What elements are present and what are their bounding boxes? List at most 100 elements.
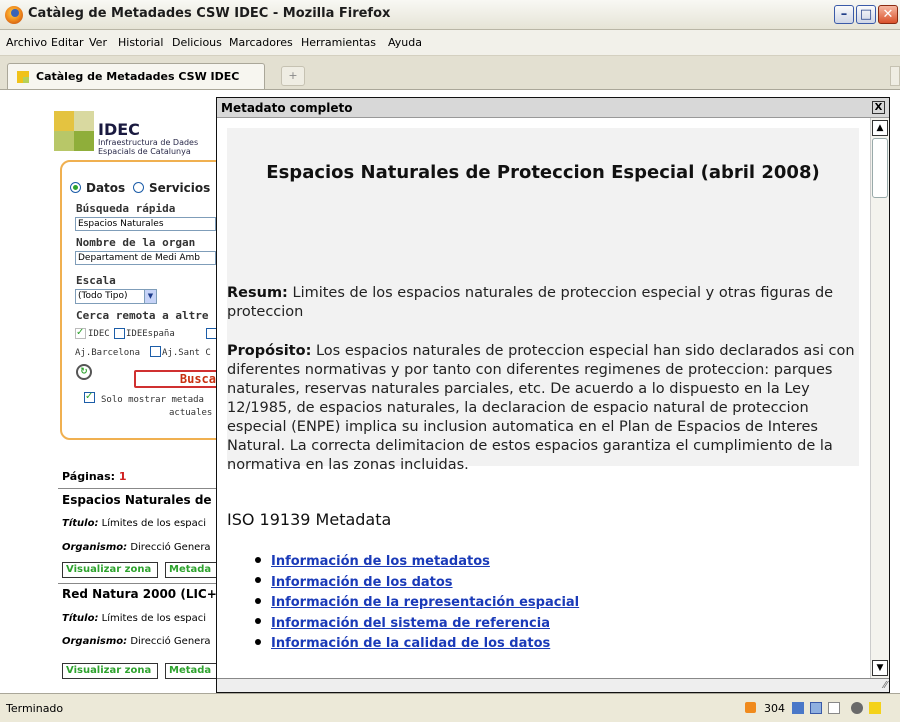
bullet-icon [255, 638, 261, 645]
cerca-label: Cerca remota a altre [76, 309, 209, 322]
rss-icon[interactable] [745, 702, 756, 713]
p-icon[interactable] [869, 702, 881, 714]
paginas-number[interactable]: 1 [119, 470, 127, 483]
paginas: Páginas: 1 [62, 470, 127, 483]
menu-delicious[interactable]: Delicious [172, 36, 222, 49]
tab-catalog[interactable]: Catàleg de Metadades CSW IDEC [7, 63, 265, 89]
link-info-representacion[interactable]: Información de la representación espacia… [271, 595, 579, 610]
chk-solo-actuales[interactable] [84, 391, 95, 403]
scroll-thumb[interactable] [872, 138, 888, 198]
menu-marcadores[interactable]: Marcadores [229, 36, 293, 49]
list-item: Información de la representación espacia… [255, 595, 579, 616]
logo-name: IDEC [98, 120, 140, 139]
chk-ideespana[interactable] [114, 328, 125, 339]
solo-label-line1: Solo mostrar metada [101, 395, 204, 405]
titulo-value: Límites de los espaci [101, 518, 207, 529]
chk-ajbarcelona-label: Aj.Barcelona [75, 348, 141, 358]
metadatos-button[interactable]: Metada [165, 663, 217, 679]
popup-scrollbar[interactable]: ▲ ▼ [870, 118, 889, 678]
escala-label: Escala [76, 274, 116, 287]
chk-idec[interactable] [75, 327, 86, 339]
mail-icon[interactable] [828, 702, 840, 714]
menu-archivo[interactable]: Archivo [6, 36, 47, 49]
menu-ayuda[interactable]: Ayuda [388, 36, 422, 49]
resum-text: Limites de los espacios naturales de pro… [227, 285, 834, 320]
link-info-calidad[interactable]: Información de la calidad de los datos [271, 636, 550, 651]
maximize-button[interactable]: □ [856, 5, 876, 24]
divider [58, 488, 218, 489]
radio-servicios[interactable] [133, 182, 144, 193]
visualizar-zona-button[interactable]: Visualizar zona [62, 663, 158, 679]
escala-value: (Todo Tipo) [78, 291, 128, 301]
chevron-down-icon: ▼ [144, 290, 156, 303]
metadata-links: Información de los metadatos Información… [255, 554, 579, 657]
organismo-input[interactable]: Departament de Medi Amb [75, 251, 216, 265]
popup-title: Metadato completo [221, 101, 353, 115]
result-titulo: Título: Límites de los espaci [62, 613, 206, 624]
scroll-down-icon[interactable]: ▼ [872, 660, 888, 676]
window-title: Catàleg de Metadades CSW IDEC - Mozilla … [28, 6, 391, 21]
result-title[interactable]: Espacios Naturales de [62, 493, 212, 507]
visualizar-zona-button[interactable]: Visualizar zona [62, 562, 158, 578]
link-info-metadatos[interactable]: Información de los metadatos [271, 554, 490, 569]
chk-idec-label: IDEC [88, 329, 110, 339]
busqueda-input[interactable]: Espacios Naturales [75, 217, 216, 231]
bullet-icon [255, 597, 261, 604]
menu-historial[interactable]: Historial [118, 36, 163, 49]
menu-editar[interactable]: Editar [51, 36, 84, 49]
menu-ver[interactable]: Ver [89, 36, 107, 49]
grid-icon[interactable] [810, 702, 822, 714]
gear-icon[interactable] [851, 702, 863, 714]
chk-ajsant[interactable] [150, 346, 161, 357]
summary-box: Espacios Naturales de Proteccion Especia… [227, 128, 859, 473]
link-info-datos[interactable]: Información de los datos [271, 575, 453, 590]
escala-select[interactable]: (Todo Tipo) ▼ [75, 289, 157, 304]
result-title[interactable]: Red Natura 2000 (LIC+Z [62, 587, 226, 601]
idec-logo-square [74, 131, 94, 151]
bullet-icon [255, 577, 261, 583]
solo-label-line2: actuales [169, 408, 213, 418]
paginas-label: Páginas: [62, 470, 116, 483]
buscar-button[interactable]: Busca [134, 370, 224, 388]
new-tab-button[interactable]: + [281, 66, 305, 86]
resize-grip-icon[interactable]: ⁄⁄ [884, 680, 887, 691]
link-info-sistema-referencia[interactable]: Información del sistema de referencia [271, 616, 550, 631]
divider [58, 583, 218, 584]
popup-header: Metadato completo X [217, 98, 889, 118]
minimize-button[interactable]: – [834, 5, 854, 24]
titulo-label: Título: [62, 613, 99, 624]
resum-label: Resum: [227, 285, 288, 301]
organismo-label: Nombre de la organ [76, 236, 196, 249]
scroll-up-icon[interactable]: ▲ [872, 120, 888, 136]
refresh-icon[interactable]: ↻ [76, 364, 92, 380]
result-organismo: Organismo: Direcció Genera [62, 636, 211, 647]
idec-favicon-icon [17, 71, 29, 83]
idec-logo-square [54, 131, 74, 151]
organismo-label: Organismo: [62, 636, 128, 647]
result-titulo: Título: Límites de los espaci [62, 518, 206, 529]
tab-scroll-button[interactable] [890, 66, 900, 86]
metadatos-button[interactable]: Metada [165, 562, 217, 578]
list-item: Información del sistema de referencia [255, 616, 579, 637]
organismo-value: Direcció Genera [130, 636, 211, 647]
list-item: Información de la calidad de los datos [255, 636, 579, 657]
proposito-paragraph: Propósito: Los espacios naturales de pro… [227, 342, 859, 475]
iso-heading: ISO 19139 Metadata [227, 510, 392, 529]
menu-bar: Archivo Editar Ver Historial Delicious M… [0, 30, 900, 56]
idec-logo-square [74, 111, 94, 131]
close-window-button[interactable]: ✕ [878, 5, 898, 24]
status-bar: Terminado 304 [0, 693, 900, 722]
radio-datos-label: Datos [86, 181, 126, 195]
metadata-popup: Metadato completo X Espacios Naturales d… [216, 97, 890, 693]
menu-herramientas[interactable]: Herramientas [301, 36, 376, 49]
radio-datos[interactable] [70, 182, 81, 193]
tab-bar: Catàleg de Metadades CSW IDEC + [0, 56, 900, 90]
organismo-label: Organismo: [62, 542, 128, 553]
chk-ideespana-label: IDEEspaña [126, 329, 175, 339]
busqueda-label: Búsqueda rápida [76, 202, 176, 215]
titulo-value: Límites de los espaci [101, 613, 207, 624]
popup-close-button[interactable]: X [872, 101, 885, 114]
window-icon[interactable] [792, 702, 804, 714]
popup-footer: ⁄⁄ [217, 678, 889, 692]
chk-ajsant-label: Aj.Sant C [162, 348, 211, 358]
